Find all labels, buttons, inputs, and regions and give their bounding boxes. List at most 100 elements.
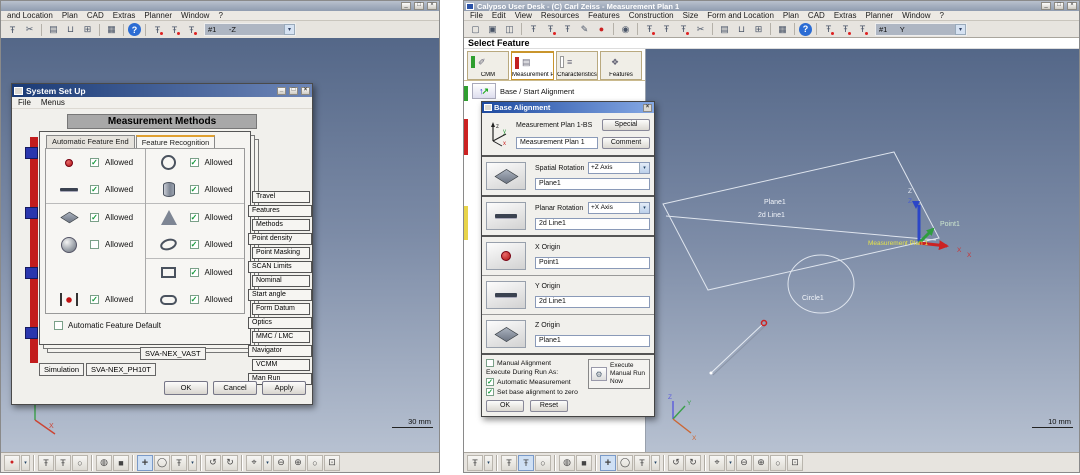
menu-item[interactable]: Form and Location: [707, 11, 774, 20]
side-tab[interactable]: Methods: [252, 219, 310, 231]
probe-position-dropdown[interactable]: #1 Y ▾: [875, 23, 967, 36]
zoom-out-button[interactable]: ⊖: [736, 455, 752, 471]
side-tab[interactable]: SCAN Limits: [248, 261, 312, 273]
wireframe-button[interactable]: ◍: [96, 455, 112, 471]
menu-item[interactable]: Planner: [865, 11, 893, 20]
set-zero-checkbox[interactable]: ✓: [486, 388, 494, 396]
chevron-down-icon[interactable]: ▾: [639, 163, 649, 173]
menu-item[interactable]: Edit: [492, 11, 506, 20]
probe-button[interactable]: Ŧ: [501, 455, 517, 471]
side-tab[interactable]: Optics: [248, 317, 312, 329]
minimize-button[interactable]: _: [1041, 2, 1051, 10]
allowed-checkbox[interactable]: ✓: [190, 295, 199, 304]
chevron-down-icon[interactable]: ▾: [639, 203, 649, 213]
pan-button[interactable]: +: [137, 455, 153, 471]
feature-icon-button[interactable]: [486, 162, 526, 190]
feature-point-button[interactable]: ●: [4, 455, 20, 471]
pan-button[interactable]: +: [600, 455, 616, 471]
probe-view-button[interactable]: Ŧ: [634, 455, 650, 471]
probe-position-dropdown[interactable]: #1 -Z ▾: [204, 23, 296, 36]
menu-item[interactable]: ?: [940, 11, 944, 20]
dialog-maximize-button[interactable]: □: [289, 87, 298, 95]
axis-select[interactable]: +X Axis ▾: [588, 202, 650, 214]
fit-view-button[interactable]: ⊡: [324, 455, 340, 471]
automatic-feature-default-checkbox[interactable]: [54, 321, 63, 330]
feature-icon-button[interactable]: [486, 242, 526, 270]
apply-button[interactable]: Apply: [262, 381, 306, 395]
titlebar[interactable]: Calypso User Desk - (C) Carl Zeiss - Mea…: [464, 1, 1079, 11]
ok-button[interactable]: OK: [486, 400, 524, 412]
plane-wireframe[interactable]: Plane1 2d Line1: [663, 152, 939, 290]
menu-item[interactable]: Size: [683, 11, 699, 20]
allowed-checkbox[interactable]: ✓: [190, 240, 199, 249]
dialog-close-button[interactable]: ×: [301, 87, 310, 95]
probe-select-dropdown[interactable]: ▾: [484, 455, 493, 471]
probe-group-button[interactable]: Ŧ: [55, 455, 71, 471]
titlebar[interactable]: _ □ ×: [1, 1, 439, 11]
probe-view-dropdown[interactable]: ▾: [651, 455, 660, 471]
circle-feature[interactable]: Circle1: [788, 255, 854, 313]
allowed-checkbox[interactable]: ✓: [90, 295, 99, 304]
dialog-titlebar[interactable]: Base Alignment ×: [482, 102, 654, 113]
clipboard-icon[interactable]: ▦: [775, 22, 790, 37]
zoom-in-button[interactable]: ⊕: [753, 455, 769, 471]
sensor-tab[interactable]: SVA-NEX_PH10T: [86, 363, 156, 376]
minimize-button[interactable]: _: [401, 2, 411, 10]
menu-item[interactable]: and Location: [7, 11, 53, 20]
allowed-checkbox[interactable]: ✓: [90, 185, 99, 194]
open-plan-icon[interactable]: ▣: [485, 22, 500, 37]
rotate-left-button[interactable]: ↺: [205, 455, 221, 471]
reset-button[interactable]: Reset: [530, 400, 568, 412]
stylus-create-icon[interactable]: Ŧ: [676, 22, 691, 37]
line-feature[interactable]: [710, 321, 767, 376]
side-tab[interactable]: VCMM: [252, 359, 310, 371]
feature-input[interactable]: 2d Line1: [535, 296, 650, 308]
stylus-delete-icon[interactable]: ✂: [22, 22, 37, 37]
automatic-measurement-checkbox[interactable]: ✓: [486, 378, 494, 386]
feature-input[interactable]: Plane1: [535, 335, 650, 347]
feature-dropdown-button[interactable]: ▾: [21, 455, 30, 471]
axis-view-button[interactable]: ⌖: [246, 455, 262, 471]
ok-button[interactable]: OK: [164, 381, 208, 395]
solid-view-button[interactable]: ■: [113, 455, 129, 471]
delete-icon[interactable]: ⊔: [734, 22, 749, 37]
probe-select-button[interactable]: Ŧ: [467, 455, 483, 471]
probe-position-icon[interactable]: Ŧ: [150, 22, 165, 37]
probe-view-dropdown[interactable]: ▾: [188, 455, 197, 471]
fit-view-button[interactable]: ⊡: [787, 455, 803, 471]
dialog-minimize-button[interactable]: _: [277, 87, 286, 95]
probe-qualify-icon[interactable]: Ŧ: [560, 22, 575, 37]
comment-button[interactable]: Comment: [602, 137, 650, 149]
axis-view-dropdown[interactable]: ▾: [726, 455, 735, 471]
print-icon[interactable]: ▤: [46, 22, 61, 37]
probe-button[interactable]: Ŧ: [38, 455, 54, 471]
menu-item[interactable]: Resources: [541, 11, 579, 20]
feature-input[interactable]: Point1: [535, 257, 650, 269]
close-button[interactable]: ×: [1067, 2, 1077, 10]
c​ad-viewport[interactable]: Plane1 2d Line1 Circle1 Z: [646, 49, 1079, 452]
plan-name-input[interactable]: Measurement Plan 1: [516, 137, 598, 149]
side-tab[interactable]: Start angle: [248, 289, 312, 301]
special-button[interactable]: Special: [602, 119, 650, 131]
menu-item[interactable]: CAD: [808, 11, 825, 20]
page-tab[interactable]: Automatic Feature End: [46, 135, 135, 148]
probe-group-button[interactable]: Ŧ: [518, 455, 534, 471]
side-tab[interactable]: Form Datum: [252, 303, 310, 315]
side-tab[interactable]: Features: [248, 205, 312, 217]
zoom-in-button[interactable]: ⊕: [290, 455, 306, 471]
feature-icon-button[interactable]: [486, 281, 526, 309]
zoom-out-button[interactable]: ⊖: [273, 455, 289, 471]
probe-define-icon[interactable]: Ŧ: [543, 22, 558, 37]
menu-item[interactable]: Window: [181, 11, 209, 20]
help-icon[interactable]: ?: [128, 23, 141, 36]
table-icon[interactable]: ⊞: [80, 22, 95, 37]
menu-item[interactable]: Construction: [629, 11, 674, 20]
page-tab[interactable]: Feature Recognition: [136, 135, 216, 148]
menu-item[interactable]: Plan: [783, 11, 799, 20]
axis-view-button[interactable]: ⌖: [709, 455, 725, 471]
allowed-checkbox[interactable]: ✓: [190, 158, 199, 167]
probe-angle-icon[interactable]: Ŧ: [167, 22, 182, 37]
allowed-checkbox[interactable]: ✓: [190, 213, 199, 222]
print-icon[interactable]: ▤: [717, 22, 732, 37]
menu-item[interactable]: Extras: [834, 11, 857, 20]
